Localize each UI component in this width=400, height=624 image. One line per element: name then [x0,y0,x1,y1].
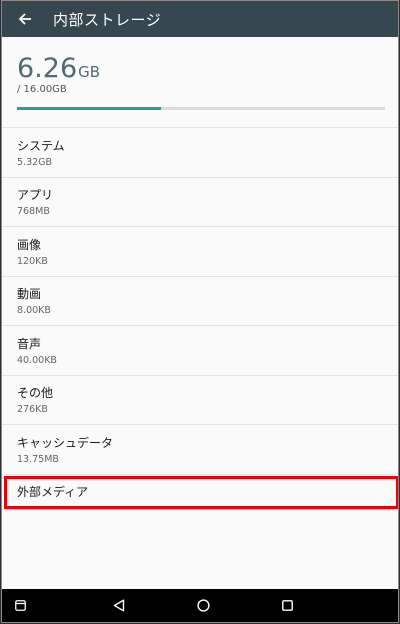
external-media-row[interactable]: 外部メディア [2,475,398,510]
category-name: キャッシュデータ [17,435,114,450]
storage-summary: 6.26GB / 16.00GB [2,37,398,128]
window-icon [14,600,26,611]
category-size: 768MB [17,206,50,218]
external-media-label: 外部メディア [17,485,89,499]
category-name: システム [17,138,65,153]
category-size: 40.00KB [17,354,57,366]
category-row-audio[interactable]: 音声 40.00KB [2,326,398,376]
back-button[interactable] [2,1,48,37]
used-value: 6.26 [17,53,78,84]
page-title: 内部ストレージ [53,10,162,29]
category-size: 13.75MB [17,453,59,465]
nav-home-button[interactable] [188,589,218,622]
back-triangle-icon [113,599,125,612]
used-storage: 6.26GB [17,53,100,84]
category-row-apps[interactable]: アプリ 768MB [2,178,398,227]
window-button[interactable] [8,589,32,622]
storage-category-list: システム 5.32GB アプリ 768MB 画像 120KB 動画 8.00KB… [2,128,398,510]
app-bar: 内部ストレージ [2,1,398,37]
category-name: その他 [17,386,54,401]
arrow-left-icon [18,13,31,25]
category-name: 動画 [17,287,42,302]
category-name: 画像 [17,237,42,252]
used-unit: GB [78,63,101,81]
category-row-other[interactable]: その他 276KB [2,376,398,425]
system-navigation-bar [2,589,398,622]
recents-square-icon [281,600,293,611]
storage-screen: 内部ストレージ 6.26GB / 16.00GB システム 5.32GB アプリ… [1,0,399,623]
category-size: 5.32GB [17,156,53,168]
usage-progress-bar [17,107,385,110]
total-storage: / 16.00GB [17,84,67,95]
nav-back-button[interactable] [104,589,134,622]
category-size: 120KB [17,255,48,267]
home-circle-icon [196,599,210,612]
category-row-cache[interactable]: キャッシュデータ 13.75MB [2,425,398,475]
usage-progress-fill [17,107,161,110]
category-row-video[interactable]: 動画 8.00KB [2,277,398,326]
category-row-images[interactable]: 画像 120KB [2,227,398,277]
category-size: 8.00KB [17,305,51,317]
category-row-system[interactable]: システム 5.32GB [2,128,398,178]
category-name: 音声 [17,336,42,351]
category-name: アプリ [17,188,54,203]
nav-recents-button[interactable] [272,589,302,622]
category-size: 276KB [17,404,48,416]
